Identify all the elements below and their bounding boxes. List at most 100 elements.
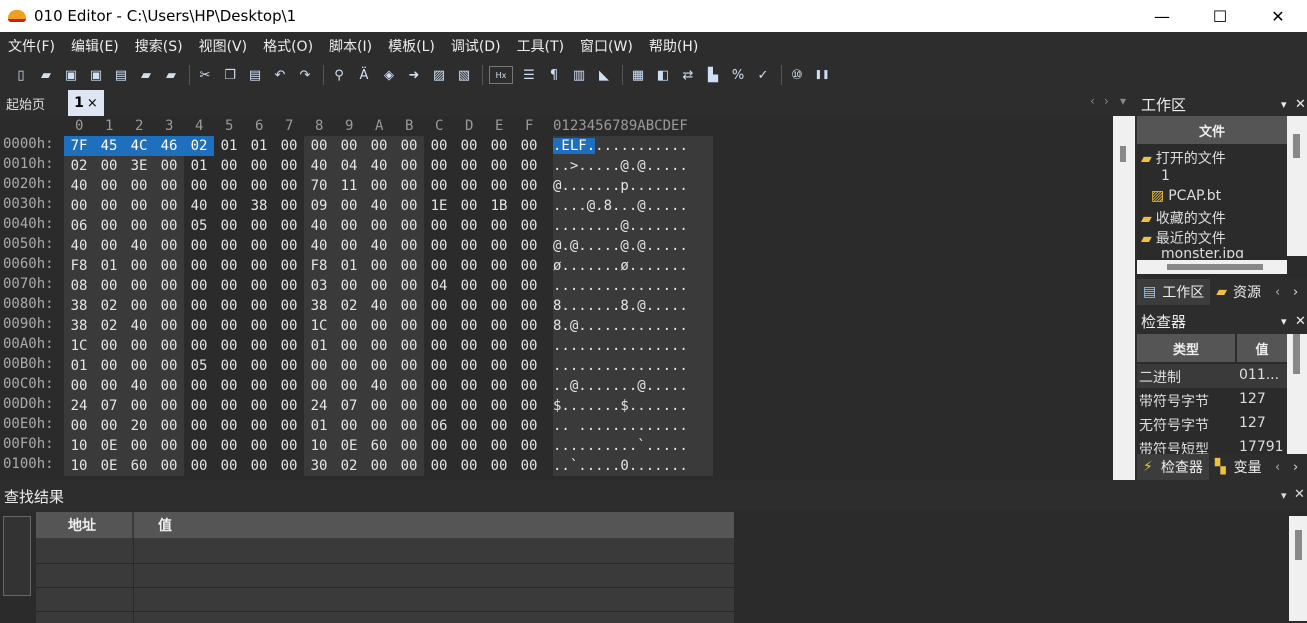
hex-byte[interactable]: 00 bbox=[514, 196, 544, 216]
tab-file-1[interactable]: 1 × bbox=[68, 90, 104, 116]
hex-byte[interactable]: 00 bbox=[454, 256, 484, 276]
hex-byte[interactable]: 00 bbox=[424, 216, 454, 236]
minimize-button[interactable]: — bbox=[1133, 0, 1191, 32]
open-icon[interactable]: ▰ bbox=[137, 66, 155, 84]
close-button[interactable]: ✕ bbox=[1249, 0, 1307, 32]
hex-byte[interactable]: 00 bbox=[334, 376, 364, 396]
hex-byte[interactable]: 00 bbox=[244, 176, 274, 196]
pane-menu-icon[interactable]: ▾ bbox=[1281, 315, 1287, 328]
hex-byte[interactable]: 00 bbox=[274, 256, 304, 276]
hex-byte[interactable]: 00 bbox=[424, 336, 454, 356]
hex-byte[interactable]: 00 bbox=[484, 276, 514, 296]
hex-byte[interactable]: 00 bbox=[394, 216, 424, 236]
hex-byte[interactable]: 00 bbox=[244, 296, 274, 316]
open-workspace-icon[interactable]: ▰ bbox=[162, 66, 180, 84]
hex-byte[interactable]: 00 bbox=[274, 336, 304, 356]
inspector-value-header[interactable]: 值 bbox=[1237, 334, 1287, 362]
hex-byte[interactable]: 0E bbox=[94, 456, 124, 476]
hex-byte[interactable]: 00 bbox=[154, 416, 184, 436]
menu-item-8[interactable]: 工具(T) bbox=[509, 36, 572, 56]
hex-byte[interactable]: 00 bbox=[274, 156, 304, 176]
hex-byte[interactable]: 10 bbox=[64, 436, 94, 456]
hex-byte[interactable]: 1C bbox=[64, 336, 94, 356]
hex-byte[interactable]: 00 bbox=[424, 156, 454, 176]
hex-byte[interactable]: 00 bbox=[124, 396, 154, 416]
hex-byte[interactable]: 00 bbox=[214, 296, 244, 316]
hex-byte[interactable]: 40 bbox=[304, 216, 334, 236]
hex-byte[interactable]: 40 bbox=[64, 236, 94, 256]
hex-byte[interactable]: 00 bbox=[124, 196, 154, 216]
hex-byte[interactable]: 08 bbox=[64, 276, 94, 296]
scrollbar-thumb[interactable] bbox=[1293, 134, 1300, 158]
hex-byte[interactable]: 00 bbox=[244, 336, 274, 356]
ascii-text[interactable]: ....@.8...@..... bbox=[553, 196, 713, 216]
hex-byte[interactable]: 0E bbox=[94, 436, 124, 456]
hex-byte[interactable]: 00 bbox=[364, 316, 394, 336]
hex-byte[interactable]: 00 bbox=[514, 356, 544, 376]
hex-byte[interactable]: 00 bbox=[394, 156, 424, 176]
table-row[interactable] bbox=[36, 540, 734, 564]
paste-icon[interactable]: ▤ bbox=[246, 66, 264, 84]
hex-byte[interactable]: 00 bbox=[394, 436, 424, 456]
hex-byte[interactable]: 38 bbox=[304, 296, 334, 316]
hex-byte[interactable]: 00 bbox=[94, 336, 124, 356]
hex-byte[interactable]: 00 bbox=[454, 376, 484, 396]
hex-byte[interactable]: 00 bbox=[214, 256, 244, 276]
hex-editor[interactable]: 0 1 2 3 4 5 6 7 8 9 A B C D E F 0123456789ABCDEF 0000h: 7F… bbox=[0, 116, 1113, 480]
hex-byte[interactable]: 00 bbox=[334, 196, 364, 216]
hex-row[interactable]: 0080h: 38 02 00 00 00 00 00 00 38 02 40 00 00 00 00 00 8.… bbox=[0, 296, 1113, 316]
workspace-vertical-scrollbar[interactable] bbox=[1287, 116, 1307, 256]
hex-byte[interactable]: 00 bbox=[424, 356, 454, 376]
tab-start-page[interactable]: 起始页 bbox=[6, 94, 45, 113]
hex-byte[interactable]: 00 bbox=[154, 436, 184, 456]
hex-byte[interactable]: 40 bbox=[64, 176, 94, 196]
hex-byte[interactable]: 00 bbox=[514, 276, 544, 296]
hex-byte[interactable]: 1C bbox=[304, 316, 334, 336]
hex-row[interactable]: 0000h: 7F 45 4C 46 02 01 01 00 00 00 00 00 00 00 00 00 .E… bbox=[0, 136, 1113, 156]
scrollbar-thumb[interactable] bbox=[1293, 334, 1300, 374]
hex-byte[interactable]: 00 bbox=[334, 136, 364, 156]
hex-byte[interactable]: 00 bbox=[274, 136, 304, 156]
inspector-row[interactable]: 二进制 011... bbox=[1137, 364, 1287, 388]
hex-byte[interactable]: 04 bbox=[334, 156, 364, 176]
templates-icon[interactable]: ▨ bbox=[430, 66, 448, 84]
hex-byte[interactable]: 00 bbox=[244, 376, 274, 396]
pane-menu-icon[interactable]: ▾ bbox=[1281, 98, 1287, 111]
hex-byte[interactable]: 40 bbox=[124, 316, 154, 336]
menu-item-3[interactable]: 视图(V) bbox=[191, 36, 256, 56]
hex-byte[interactable]: 00 bbox=[364, 276, 394, 296]
hex-byte[interactable]: 00 bbox=[154, 356, 184, 376]
ascii-text[interactable]: 8.......8.@..... bbox=[553, 296, 713, 316]
hex-byte[interactable]: 00 bbox=[214, 356, 244, 376]
hex-byte[interactable]: 00 bbox=[334, 416, 364, 436]
replace-icon[interactable]: Ä bbox=[355, 66, 373, 84]
hex-byte[interactable]: 01 bbox=[184, 156, 214, 176]
hex-byte[interactable]: 00 bbox=[334, 236, 364, 256]
hex-byte[interactable]: 00 bbox=[394, 336, 424, 356]
redo-icon[interactable]: ↷ bbox=[296, 66, 314, 84]
hex-row[interactable]: 0020h: 40 00 00 00 00 00 00 00 70 11 00 00 00 00 00 00 @.… bbox=[0, 176, 1113, 196]
hex-byte[interactable]: 01 bbox=[244, 136, 274, 156]
hex-byte[interactable]: 60 bbox=[364, 436, 394, 456]
hex-byte[interactable]: 00 bbox=[394, 256, 424, 276]
hex-byte[interactable]: 00 bbox=[274, 436, 304, 456]
hex-byte[interactable]: 00 bbox=[214, 156, 244, 176]
hex-byte[interactable]: 00 bbox=[154, 176, 184, 196]
hex-byte[interactable]: 00 bbox=[484, 316, 514, 336]
hex-byte[interactable]: 00 bbox=[214, 276, 244, 296]
tab-scroll-right-icon[interactable]: › bbox=[1293, 460, 1298, 475]
hex-byte[interactable]: 00 bbox=[94, 356, 124, 376]
hex-byte[interactable]: 00 bbox=[484, 356, 514, 376]
hex-row[interactable]: 0060h: F8 01 00 00 00 00 00 00 F8 01 00 00 00 00 00 00 ø.… bbox=[0, 256, 1113, 276]
hex-byte[interactable]: 00 bbox=[214, 316, 244, 336]
hex-byte[interactable]: 00 bbox=[184, 296, 214, 316]
hex-byte[interactable]: 20 bbox=[124, 416, 154, 436]
hex-byte[interactable]: 00 bbox=[154, 216, 184, 236]
hex-byte[interactable]: 1E bbox=[424, 196, 454, 216]
hex-byte[interactable]: 00 bbox=[154, 236, 184, 256]
hex-byte[interactable]: 00 bbox=[154, 256, 184, 276]
save-icon[interactable]: ▣ bbox=[62, 66, 80, 84]
hex-byte[interactable]: 00 bbox=[184, 376, 214, 396]
hex-byte[interactable]: 00 bbox=[424, 436, 454, 456]
workspace-horizontal-scrollbar[interactable] bbox=[1137, 260, 1287, 274]
